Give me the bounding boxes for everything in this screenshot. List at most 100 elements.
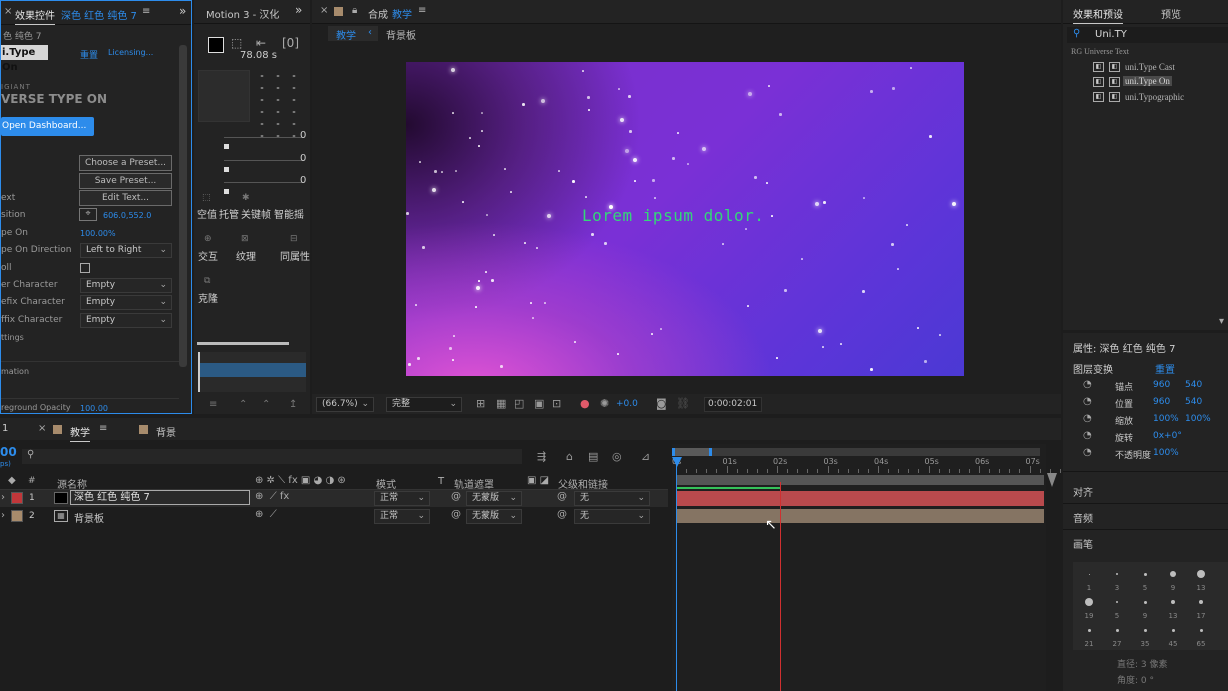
layer-row[interactable]: › 1 深色 红色 纯色 7 ⊕ ⟋ fx 正常 ⌄ @ 无蒙版 ⌄ @ 无 ⌄ [0,490,668,507]
property-row[interactable]: ◔ 不透明度 100% [1063,447,1228,463]
color-channels-icon[interactable]: ● [580,397,590,410]
property-value[interactable]: 540 [1185,380,1202,390]
open-dashboard-button[interactable]: Open Dashboard... [1,117,94,136]
property-value[interactable]: 960 [1153,380,1170,390]
property-value[interactable]: 960 [1153,397,1170,407]
brush-section[interactable]: 画笔 [1073,536,1093,551]
effect-scrollbar[interactable] [179,45,187,367]
layer-track-dropdown[interactable]: 无蒙版 ⌄ [466,509,522,524]
layer-row[interactable]: › 2 ▦ 背景板 ⊕ ⟋ 正常 ⌄ @ 无蒙版 ⌄ @ 无 ⌄ [0,508,668,525]
close-icon[interactable]: × [38,423,46,434]
panel-menu-icon[interactable]: ≡ [142,6,150,17]
arrows-icon[interactable]: ⇤ [256,36,266,50]
layer-track-dropdown[interactable]: 无蒙版 ⌄ [466,491,522,506]
slider-knob[interactable] [224,144,229,149]
comp-tab-prefix[interactable]: 合成 [368,6,388,21]
layer-label-color[interactable] [11,510,23,522]
scroll-checkbox[interactable] [80,263,90,273]
draft-3d-icon[interactable]: ⌂ [566,450,573,463]
stopwatch-icon[interactable]: ◔ [1083,379,1092,390]
brush-tip[interactable]: 1 [1075,566,1103,592]
preset-item[interactable]: ◧ ◧ uni.Typographic [1093,92,1223,105]
property-row[interactable]: ◔ 旋转 0x+0° [1063,430,1228,446]
layer-name-field[interactable]: 深色 红色 纯色 7 [70,490,250,505]
type-on-value[interactable]: 100.00% [80,229,116,238]
spiral-icon[interactable]: @ [451,509,461,520]
bracket-icon[interactable]: [0] [282,36,299,50]
col-track-matte[interactable]: 轨道遮罩 [454,476,494,491]
tool-label-clone[interactable]: 克隆 [198,290,218,305]
transparency-icon[interactable]: ▦ [496,397,506,410]
layer-switches[interactable]: ⊕ ⟋ [255,509,277,520]
spiral-icon[interactable]: @ [557,509,567,520]
tool-label-smart[interactable]: 智能摇 [274,206,304,221]
comp-canvas[interactable]: Lorem ipsum dolor. [406,62,964,376]
brush-tip[interactable]: 17 [1187,594,1215,620]
audio-section[interactable]: 音频 [1073,510,1093,525]
align-section[interactable]: 对齐 [1073,484,1093,499]
comp-tab-name[interactable]: 教学 [392,6,412,21]
layer-label-color[interactable] [11,492,23,504]
breadcrumb-item[interactable]: 背景板 [386,27,416,42]
guide-icon[interactable]: ▣ [534,397,544,410]
work-area-bar[interactable] [672,448,1040,456]
graph-editor-icon[interactable]: ⊿ [641,450,650,463]
stopwatch-icon[interactable]: ◔ [1083,447,1092,458]
col-source-name[interactable]: 源名称 [57,476,87,491]
tab-effects-presets[interactable]: 效果和预设 [1073,6,1123,24]
slider-knob[interactable] [224,189,229,194]
brush-tip[interactable]: 35 [1131,622,1159,648]
licensing-link[interactable]: Licensing... [108,48,153,57]
layer-mode-dropdown[interactable]: 正常 ⌄ [374,509,430,524]
brush-tip[interactable]: 5 [1103,594,1131,620]
tool-label-interact[interactable]: 交互 [198,248,218,263]
preset-item[interactable]: ◧ ◧ uni.Type On [1093,76,1223,90]
layer-bar[interactable] [676,491,1044,506]
effect-name-box[interactable]: i.Type On [1,45,48,73]
property-value[interactable]: 100% [1153,448,1179,458]
move-tool-icon[interactable]: ⬚ [231,36,242,50]
layer-mode-dropdown[interactable]: 正常 ⌄ [374,491,430,506]
pin-icon[interactable]: ↥ [289,399,297,410]
close-icon[interactable]: × [4,6,12,17]
layer-search[interactable]: ⚲ [22,449,522,464]
link-icon[interactable]: ⛓ [676,397,690,410]
up-icon[interactable]: ⌃ [262,399,270,410]
timeline-scrollbar[interactable] [1047,473,1057,487]
playhead-handle[interactable] [672,457,682,467]
panel-menu-icon[interactable]: ≡ [99,423,107,434]
fg-opacity-value[interactable]: 100.00 [80,404,108,413]
tab-effect-controls[interactable]: 效果控件 [15,7,55,25]
cursor-char-dropdown[interactable]: Empty ⌄ [80,278,172,293]
col-mode[interactable]: 模式 [376,476,396,491]
camera-icon[interactable]: ◙ [656,397,667,410]
property-value[interactable]: 100% [1185,414,1211,424]
spiral-icon[interactable]: @ [451,491,461,502]
preset-item[interactable]: ◧ ◧ uni.Type Cast [1093,62,1223,75]
effect-reset-link[interactable]: 重置 [80,48,98,61]
layer-name[interactable]: 背景板 [74,510,104,525]
spiral-icon[interactable]: @ [557,491,567,502]
lock-icon[interactable]: 🔒︎ [352,5,357,16]
layer-switches[interactable]: ⊕ ⟋ fx [255,491,289,502]
close-icon[interactable]: × [320,5,328,16]
brush-tip[interactable]: 21 [1075,622,1103,648]
brush-tip[interactable]: 65 [1187,622,1215,648]
slider-track[interactable] [224,137,304,138]
brush-tip[interactable]: 3 [1103,566,1131,592]
exposure-icon[interactable]: ✺ [600,397,609,410]
tab-effect-controls-layer[interactable]: 深色 红色 纯色 7 [61,7,137,22]
tool-label-anchor[interactable]: 托管 [219,206,239,221]
tab-motion[interactable]: Motion 3 - 汉化 [206,6,279,21]
timeline-timecode[interactable]: 00 [0,445,17,459]
property-value[interactable]: 0x+0° [1153,431,1182,441]
comp-flow-icon[interactable]: ⇶ [537,450,546,463]
timecode-field[interactable]: 0:00:02:01 [704,397,762,412]
time-ruler[interactable]: 0s01s02s03s04s05s06s07s [672,457,1061,473]
brush-tip[interactable]: 19 [1075,594,1103,620]
tool-label-same-prop[interactable]: 同属性 [280,248,310,263]
anchor-grid[interactable] [254,70,302,144]
brush-tip[interactable]: 45 [1159,622,1187,648]
brush-tip[interactable]: 9 [1131,594,1159,620]
panel-overflow-icon[interactable]: » [179,4,186,18]
